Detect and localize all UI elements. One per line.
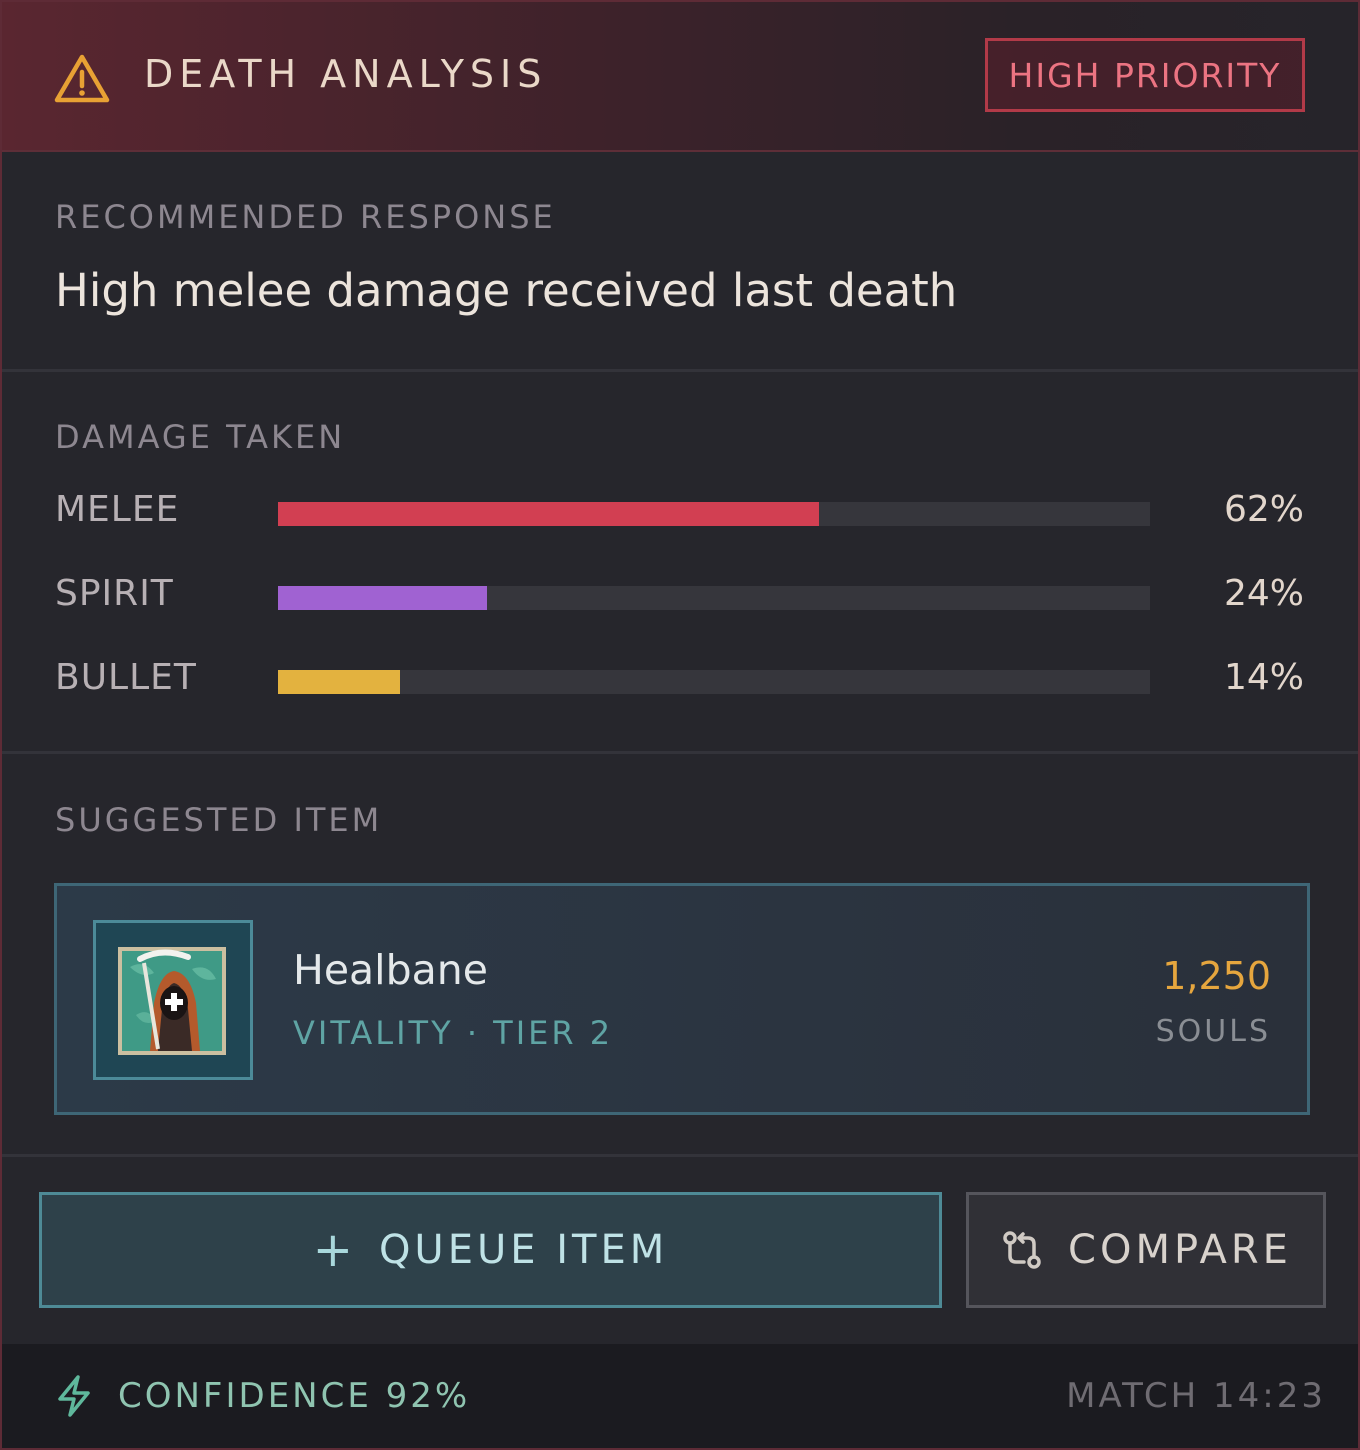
damage-row-value: 24% [1223,573,1304,614]
damage-taken-label: DAMAGE TAKEN [55,418,346,456]
death-analysis-panel: DEATH ANALYSIS HIGH PRIORITY RECOMMENDED… [0,0,1360,1450]
damage-bar-fill [278,586,488,610]
queue-item-button[interactable]: + QUEUE ITEM [39,1192,942,1308]
damage-row-value: 14% [1223,657,1304,698]
compare-label: COMPARE [1068,1227,1292,1273]
warning-triangle-icon [54,54,110,103]
damage-bar-fill [278,670,401,694]
damage-bar-track [278,670,1150,694]
damage-bar-fill [278,502,819,526]
confidence-readout: CONFIDENCE 92% [118,1376,471,1416]
suggested-item-label: SUGGESTED ITEM [55,801,383,839]
plus-icon: + [312,1222,357,1278]
damage-row-label: MELEE [55,489,180,530]
compare-button[interactable]: COMPARE [966,1192,1326,1308]
divider [2,369,1358,372]
damage-row-label: SPIRIT [55,573,174,614]
item-name: Healbane [293,946,488,994]
item-thumbnail [93,920,253,1080]
panel-header: DEATH ANALYSIS HIGH PRIORITY [2,2,1358,152]
damage-bar-track [278,502,1150,526]
damage-row-value: 62% [1223,489,1304,530]
damage-row-label: BULLET [55,657,197,698]
suggested-item-card[interactable]: Healbane VITALITY · TIER 2 1,250 SOULS [54,883,1310,1115]
item-price: 1,250 [1162,954,1271,998]
recommended-response-label: RECOMMENDED RESPONSE [55,198,556,236]
divider [2,751,1358,754]
divider [2,1154,1358,1157]
match-time: MATCH 14:23 [1066,1376,1326,1416]
item-meta: VITALITY · TIER 2 [293,1014,614,1052]
panel-footer: CONFIDENCE 92% MATCH 14:23 [2,1344,1358,1448]
item-currency: SOULS [1155,1014,1271,1049]
panel-title: DEATH ANALYSIS [144,52,548,96]
recommendation-text: High melee damage received last death [55,264,958,317]
priority-badge: HIGH PRIORITY [985,38,1305,112]
lightning-bolt-icon [58,1375,90,1417]
healbane-reaper-icon [118,947,226,1055]
compare-icon [1003,1231,1041,1269]
damage-bar-track [278,586,1150,610]
queue-item-label: QUEUE ITEM [378,1227,669,1273]
